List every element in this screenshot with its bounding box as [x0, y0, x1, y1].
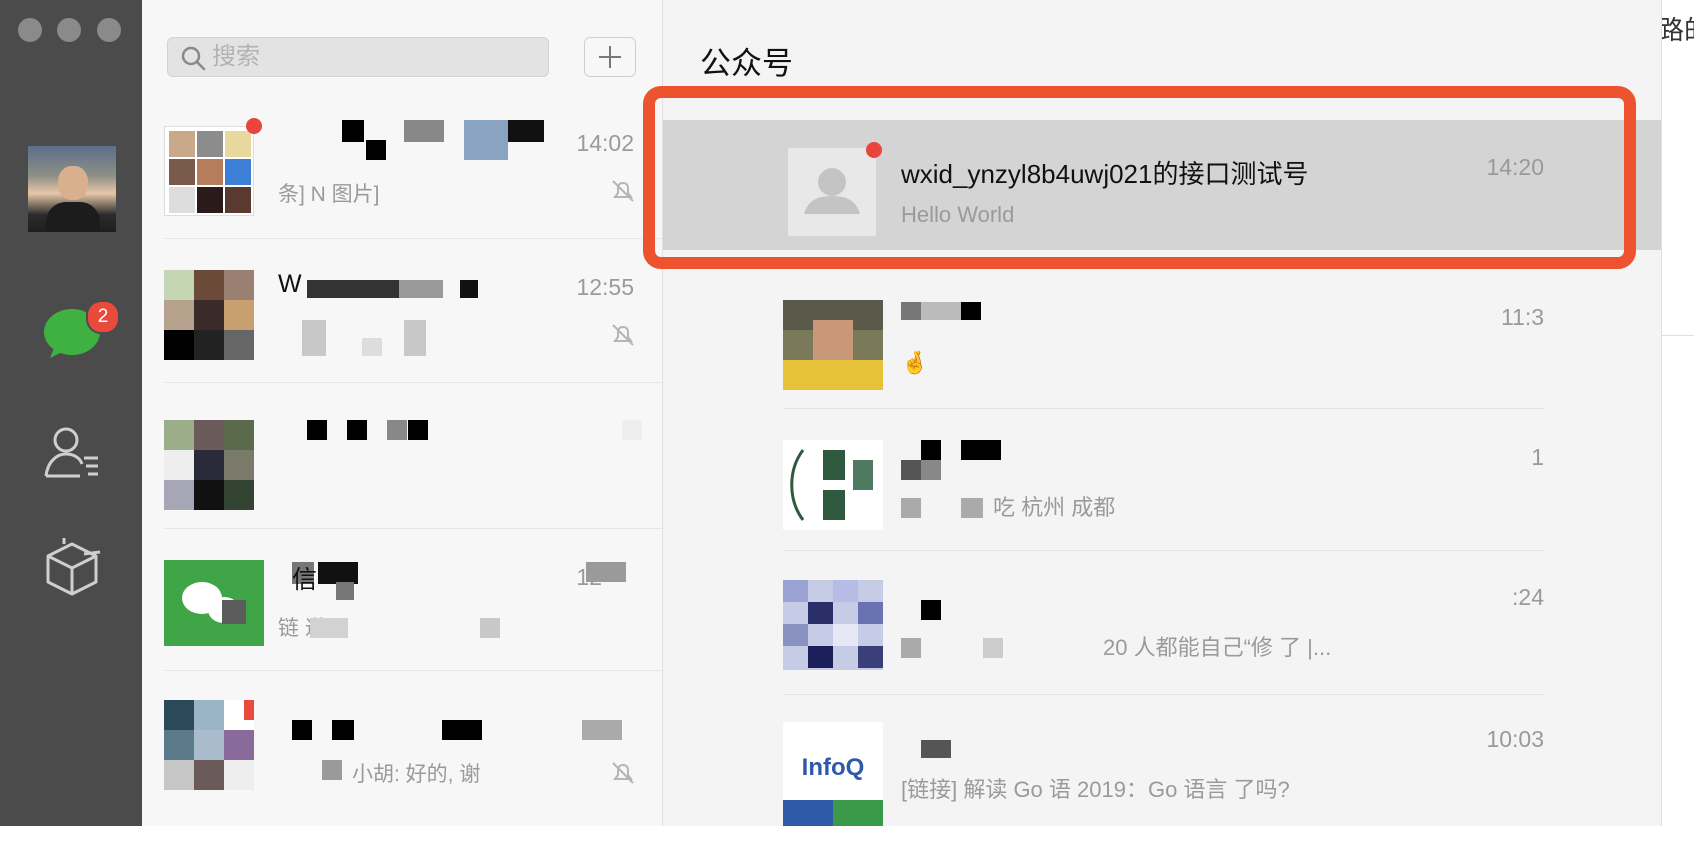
divider: [783, 550, 1544, 551]
user-avatar[interactable]: [28, 146, 116, 232]
search-icon: [181, 46, 206, 71]
mute-bell-icon: [612, 180, 634, 202]
account-avatar: [783, 440, 883, 530]
account-time: 1: [1531, 444, 1544, 470]
conversation-avatar: [164, 700, 254, 790]
search-input[interactable]: [212, 38, 532, 76]
conversation-avatar: [164, 560, 264, 646]
divider: [164, 382, 662, 383]
official-accounts-panel: 公众号 wxid_ynzyl8b4uwj021的接口测试号 14:20 Hell…: [643, 0, 1661, 826]
search-box[interactable]: [167, 37, 549, 77]
account-row[interactable]: 1 吃 杭州 成都: [663, 440, 1661, 580]
conversation-list: 14:02 条] N 图片] W 12:55: [142, 0, 663, 826]
account-avatar: InfoQ: [783, 722, 883, 826]
account-row[interactable]: :24 20 人都能自己“修 了 |...: [663, 580, 1661, 720]
divider: [164, 528, 662, 529]
plus-icon: [599, 46, 621, 68]
mute-bell-icon: [612, 762, 634, 784]
favorites-box-icon[interactable]: [40, 536, 104, 600]
divider: [783, 694, 1544, 695]
conversation-preview: 条] N 图片]: [278, 183, 380, 206]
page-title: 公众号: [700, 46, 793, 81]
add-button[interactable]: [584, 37, 636, 77]
unread-dot: [246, 118, 262, 134]
conversation-avatar: [164, 270, 254, 360]
window-zoom-button[interactable]: [97, 18, 121, 42]
window-close-button[interactable]: [18, 18, 42, 42]
account-time: 11:3: [1500, 304, 1544, 330]
conversation-item[interactable]: 小胡: 好的, 谢: [142, 700, 662, 826]
account-time: :24: [1512, 584, 1544, 610]
divider: [164, 670, 662, 671]
contacts-icon[interactable]: [40, 420, 104, 484]
unread-count-badge: 2: [86, 300, 120, 334]
conversation-preview: 小胡: 好的, 谢: [352, 763, 481, 786]
conversation-avatar: [164, 126, 254, 216]
account-row[interactable]: InfoQ 10:03 [链接] 解读 Go 语 2019：Go 语言 了吗?: [663, 722, 1661, 862]
mute-bell-icon: [612, 324, 634, 346]
divider: [164, 238, 662, 239]
conversation-title: 信: [292, 566, 318, 594]
conversation-time: 12:55: [576, 274, 634, 300]
account-preview: 20 人都能自己“修 了 |...: [1103, 635, 1332, 660]
wechat-team-logo-icon: [182, 582, 246, 624]
conversation-avatar: [164, 420, 254, 510]
right-edge-text: 路的: [1662, 10, 1694, 47]
conversation-time: 14:02: [576, 130, 634, 156]
window-minimize-button[interactable]: [57, 18, 81, 42]
account-time: 10:03: [1486, 726, 1544, 752]
account-avatar-logo: InfoQ: [801, 754, 865, 781]
right-edge-panel: 路的: [1661, 0, 1694, 826]
divider: [1662, 335, 1694, 336]
conversation-item[interactable]: 信 12 链 递: [142, 560, 662, 700]
account-avatar: [783, 300, 883, 390]
account-preview: 🤞: [901, 350, 929, 375]
account-preview: [链接] 解读 Go 语 2019：Go 语言 了吗?: [901, 777, 1290, 802]
conversation-item[interactable]: [142, 420, 662, 560]
conversation-item[interactable]: 14:02 条] N 图片]: [142, 118, 662, 266]
account-avatar: [783, 580, 883, 670]
icon-sidebar: 2: [0, 0, 142, 826]
conversation-title: W: [278, 270, 302, 298]
account-row[interactable]: 11:3 🤞: [663, 300, 1661, 440]
conversation-item[interactable]: W 12:55: [142, 270, 662, 410]
highlight-frame: [643, 86, 1636, 269]
divider: [783, 408, 1544, 409]
account-preview: 吃 杭州 成都: [993, 495, 1116, 520]
